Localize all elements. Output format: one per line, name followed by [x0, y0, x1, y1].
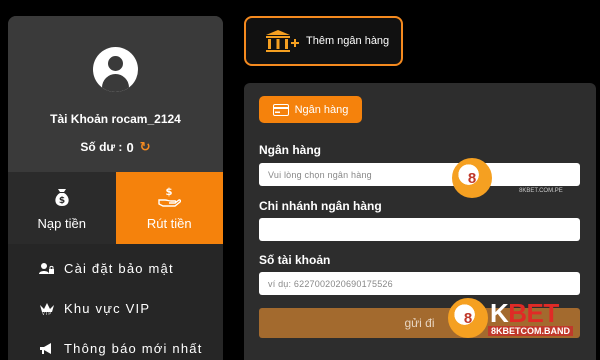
money-bag-icon: $: [55, 188, 69, 206]
balance-label: Số dư :: [80, 140, 123, 154]
megaphone-icon: [38, 342, 56, 355]
balance-value: 0: [126, 139, 134, 155]
brand-watermark-bottom: 8 KBET 8KBETCOM.BAND: [448, 298, 574, 338]
menu-item-notifications-label: Thông báo mới nhất: [64, 340, 203, 356]
add-bank-button[interactable]: Thêm ngân hàng: [244, 16, 403, 66]
svg-text:$: $: [166, 187, 173, 198]
account-number-input[interactable]: ví dụ: 6227002020690175526: [259, 272, 580, 295]
menu-item-notifications[interactable]: Thông báo mới nhất: [8, 328, 223, 360]
crown-icon: VIP: [38, 302, 56, 315]
avatar-head-shape: [108, 56, 123, 71]
bank-add-icon: [266, 30, 299, 52]
menu-item-vip[interactable]: VIP Khu vực VIP: [8, 288, 223, 328]
deposit-button[interactable]: $ Nạp tiền: [8, 172, 116, 244]
hand-money-icon: $: [158, 187, 182, 207]
wallet-actions: $ Nạp tiền $ Rút tiền: [8, 172, 223, 244]
sidebar: Tài Khoản rocam_2124 Số dư : 0 ↻ $ Nạp t…: [8, 16, 223, 360]
refresh-icon[interactable]: ↻: [140, 139, 151, 155]
user-lock-icon: [38, 262, 56, 275]
branch-input[interactable]: [259, 218, 580, 241]
menu-item-security[interactable]: Cài đặt bảo mật: [8, 248, 223, 288]
withdraw-button[interactable]: $ Rút tiền: [115, 172, 223, 244]
sidebar-menu: Cài đặt bảo mật VIP Khu vực VIP Thông bá…: [8, 244, 223, 360]
deposit-label: Nạp tiền: [37, 215, 86, 231]
svg-text:VIP: VIP: [42, 311, 52, 315]
add-bank-label: Thêm ngân hàng: [306, 35, 390, 47]
tab-bank[interactable]: Ngân hàng: [259, 96, 362, 123]
brand-name: KBET: [494, 160, 563, 190]
brand-sub-band: 8KBETCOM.BAND: [488, 326, 574, 336]
branch-label: Chi nhánh ngân hàng: [259, 199, 382, 213]
balance-row: Số dư : 0 ↻: [80, 139, 150, 155]
brand-ring-icon: 8: [448, 298, 488, 338]
brand-watermark-top: 8 KBET 8KBET.COM.PE: [452, 158, 563, 198]
menu-item-security-label: Cài đặt bảo mật: [64, 260, 174, 276]
profile-card: Tài Khoản rocam_2124 Số dư : 0 ↻: [8, 16, 223, 172]
tab-bank-label: Ngân hàng: [294, 103, 349, 116]
username: Tài Khoản rocam_2124: [50, 112, 181, 126]
avatar-body-shape: [102, 74, 129, 92]
menu-item-vip-label: Khu vực VIP: [64, 300, 151, 316]
bank-label: Ngân hàng: [259, 143, 321, 157]
withdraw-label: Rút tiền: [146, 215, 192, 231]
card-icon: [272, 103, 289, 116]
avatar[interactable]: [93, 47, 138, 92]
brand-name: KBET: [490, 298, 559, 328]
svg-text:$: $: [59, 196, 65, 206]
account-number-label: Số tài khoản: [259, 253, 331, 267]
brand-ring-icon: 8: [452, 158, 492, 198]
